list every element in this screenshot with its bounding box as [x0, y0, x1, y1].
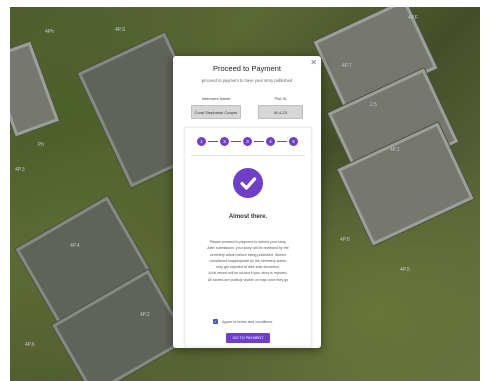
heading: Almost there. — [228, 214, 268, 220]
step-connector — [208, 141, 218, 143]
step-2: 2 — [220, 137, 229, 146]
go-to-payment-button[interactable]: GO TO PAYMENT — [226, 333, 270, 343]
step-1: 1 — [197, 137, 206, 146]
interment-name-label: Interment Name — [201, 96, 231, 101]
payment-modal: ✕ Proceed to Payment proceed to payment … — [173, 56, 321, 348]
info-line: All stories are publicly visible on map … — [207, 277, 289, 282]
terms-checkbox[interactable]: ✓ — [213, 319, 218, 324]
step-connector — [277, 141, 287, 143]
progress-stepper: 1 2 3 4 5 — [185, 136, 311, 148]
plot-id-field: M-4-23 — [258, 105, 303, 119]
step-5: 5 — [289, 137, 298, 146]
check-circle-icon — [233, 168, 263, 198]
modal-title: Proceed to Payment — [213, 64, 281, 73]
step-4: 4 — [266, 137, 275, 146]
terms-label[interactable]: Agree to terms and conditions — [222, 320, 272, 324]
step-connector — [254, 141, 264, 143]
step-connector — [231, 141, 241, 143]
interment-name-field: Coral Stephanie Cooper — [191, 105, 241, 119]
step-3: 3 — [243, 137, 252, 146]
info-line: A full refund will be issued if your sto… — [208, 271, 288, 276]
plot-id-label: Plot ID — [274, 96, 287, 101]
info-line: cemetery admin before being published. S… — [209, 252, 287, 257]
confirmation-card: 1 2 3 4 5 Almost there. Please proceed t… — [184, 127, 312, 347]
modal-subtitle: proceed to payment to have your story pu… — [201, 78, 293, 83]
divider — [191, 155, 305, 156]
terms-row: ✓ Agree to terms and conditions — [213, 318, 272, 325]
info-line: After submission, your story will be rev… — [207, 246, 289, 251]
info-text: Please proceed to payment to submit your… — [195, 239, 301, 283]
